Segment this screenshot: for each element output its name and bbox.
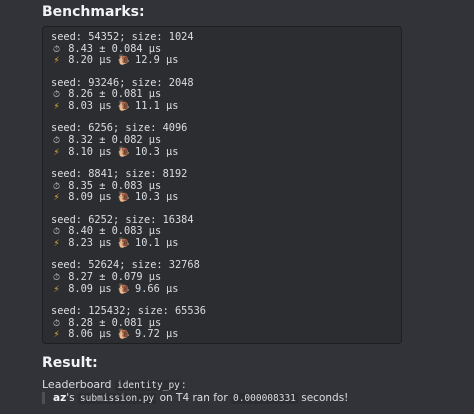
possessive: 's — [66, 392, 75, 404]
run-description: on T4 ran for — [159, 392, 228, 404]
slowest-value: 10.1 µs — [135, 237, 179, 249]
mean-value: 8.43 ± 0.084 µs — [68, 42, 162, 55]
submission-file: submission.py — [77, 393, 157, 404]
stopwatch-icon: ⏱ — [52, 136, 61, 146]
fastest-value: 8.09 µs — [68, 282, 112, 295]
snail-icon: 🐌 — [117, 238, 131, 249]
slowest-value: 12.9 µs — [135, 54, 179, 67]
snail-icon: 🐌 — [117, 55, 131, 67]
leaderboard-prefix: Leaderboard — [42, 378, 112, 391]
lightning-icon: ⚡ — [53, 330, 60, 341]
fastest-value: 8.23 µs — [68, 237, 112, 249]
result-quote: az's submission.py on T4 ran for 0.00000… — [42, 392, 348, 404]
benchmark-entry: seed: 54352; size: 1024 ⏱ 8.43 ± 0.084 µ… — [51, 31, 393, 67]
mean-value: 8.32 ± 0.082 µs — [68, 134, 162, 146]
leaderboard-line: Leaderboard identity_py: — [42, 378, 186, 391]
lightning-icon: ⚡ — [53, 284, 60, 295]
mean-value: 8.40 ± 0.083 µs — [68, 225, 162, 238]
fastest-value: 8.10 µs — [68, 145, 112, 158]
lightning-icon: ⚡ — [53, 56, 60, 67]
slowest-value: 9.66 µs — [135, 282, 179, 295]
range-line: ⚡ 8.06 µs 🐌 9.72 µs — [51, 328, 393, 341]
fastest-value: 8.09 µs — [68, 191, 112, 204]
lightning-icon: ⚡ — [53, 193, 60, 204]
lightning-icon: ⚡ — [53, 239, 60, 249]
benchmarks-heading: Benchmarks: — [42, 4, 145, 20]
lightning-icon: ⚡ — [53, 102, 60, 113]
fastest-value: 8.06 µs — [68, 328, 112, 341]
lightning-icon: ⚡ — [53, 147, 60, 158]
mean-value: 8.27 ± 0.079 µs — [68, 270, 162, 283]
range-line: ⚡ 8.23 µs 🐌 10.1 µs — [51, 237, 393, 250]
leaderboard-name: identity_py — [114, 380, 182, 391]
mean-value: 8.35 ± 0.083 µs — [68, 179, 162, 192]
range-line: ⚡ 8.10 µs 🐌 10.3 µs — [51, 145, 393, 159]
slowest-value: 10.3 µs — [135, 145, 179, 158]
mean-value: 8.26 ± 0.081 µs — [68, 88, 162, 101]
leaderboard-colon: : — [181, 378, 186, 391]
benchmark-entry: seed: 6256; size: 4096 ⏱ 8.32 ± 0.082 µs… — [51, 123, 393, 158]
range-line: ⚡ 8.20 µs 🐌 12.9 µs — [51, 55, 393, 67]
slowest-value: 9.72 µs — [135, 328, 179, 341]
slowest-value: 11.1 µs — [135, 100, 179, 113]
fastest-value: 8.20 µs — [68, 54, 112, 67]
fastest-value: 8.03 µs — [68, 100, 112, 113]
run-time-unit: seconds! — [301, 392, 349, 404]
benchmark-entry: seed: 6252; size: 16384 ⏱ 8.40 ± 0.083 µ… — [51, 214, 393, 250]
benchmark-entry: seed: 52624; size: 32768 ⏱ 8.27 ± 0.079 … — [51, 260, 393, 295]
slowest-value: 10.3 µs — [135, 191, 179, 204]
run-time-value: 0.000008331 — [230, 393, 298, 404]
username[interactable]: az — [53, 392, 66, 404]
benchmark-entry: seed: 8841; size: 8192 ⏱ 8.35 ± 0.083 µs… — [51, 168, 393, 204]
benchmark-entry: seed: 125432; size: 65536 ⏱ 8.28 ± 0.081… — [51, 305, 393, 341]
range-line: ⚡ 8.03 µs 🐌 11.1 µs — [51, 100, 393, 113]
snail-icon: 🐌 — [117, 329, 131, 341]
snail-icon: 🐌 — [117, 101, 131, 113]
stopwatch-icon: ⏱ — [52, 272, 61, 283]
range-line: ⚡ 8.09 µs 🐌 9.66 µs — [51, 282, 393, 296]
range-line: ⚡ 8.09 µs 🐌 10.3 µs — [51, 191, 393, 204]
benchmark-entry: seed: 93246; size: 2048 ⏱ 8.26 ± 0.081 µ… — [51, 77, 393, 113]
benchmarks-code-block: seed: 54352; size: 1024 ⏱ 8.43 ± 0.084 µ… — [42, 26, 402, 344]
snail-icon: 🐌 — [117, 146, 131, 158]
snail-icon: 🐌 — [117, 283, 131, 295]
result-heading: Result: — [42, 355, 98, 371]
mean-value: 8.28 ± 0.081 µs — [68, 316, 162, 329]
snail-icon: 🐌 — [117, 192, 131, 204]
